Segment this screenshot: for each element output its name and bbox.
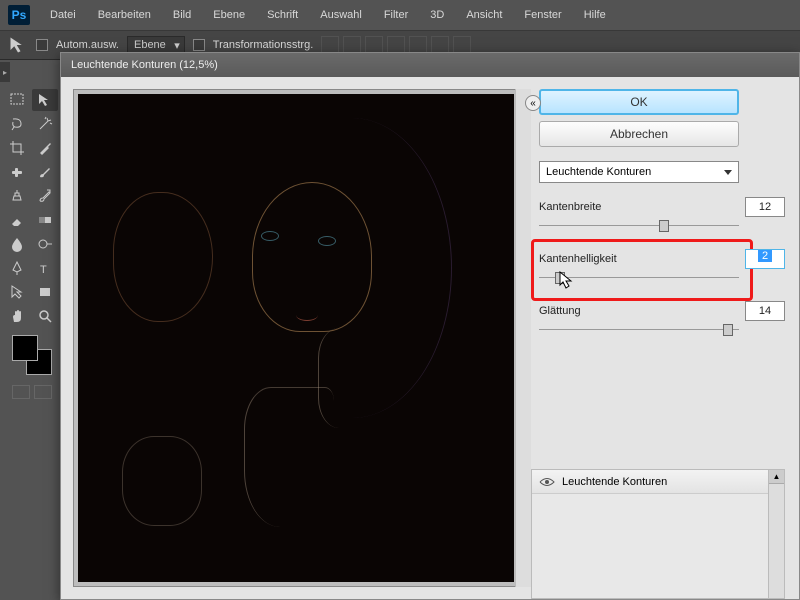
svg-text:T: T (40, 264, 47, 276)
type-tool[interactable]: T (32, 257, 58, 279)
menu-edit[interactable]: Bearbeiten (88, 5, 161, 25)
filter-controls-panel: « OK Abbrechen Leuchtende Konturen Kante… (531, 77, 799, 599)
collapse-arrow-icon[interactable]: ▸ (0, 62, 10, 82)
eyedropper-tool[interactable] (32, 137, 58, 159)
history-brush-tool[interactable] (32, 185, 58, 207)
photoshop-logo: Ps (8, 5, 30, 25)
pen-tool[interactable] (4, 257, 30, 279)
filter-gallery-dialog: Leuchtende Konturen (12,5%) « (60, 52, 800, 600)
edge-width-input[interactable] (745, 197, 785, 217)
filter-stack-scrollbar[interactable]: ▲ (768, 470, 784, 598)
edge-width-slider-thumb[interactable] (659, 220, 669, 232)
zoom-tool[interactable] (32, 305, 58, 327)
rectangle-tool[interactable] (32, 281, 58, 303)
clone-stamp-tool[interactable] (4, 185, 30, 207)
smoothness-label: Glättung (539, 305, 581, 317)
screen-mode-toggle[interactable] (34, 385, 52, 399)
marquee-tool[interactable] (4, 89, 30, 111)
menu-filter[interactable]: Filter (374, 5, 418, 25)
filter-preview-image[interactable] (78, 94, 514, 582)
menu-layer[interactable]: Ebene (203, 5, 255, 25)
eraser-tool[interactable] (4, 209, 30, 231)
edge-brightness-slider[interactable] (539, 273, 739, 283)
move-tool[interactable] (32, 89, 58, 111)
filter-select-value: Leuchtende Konturen (546, 166, 651, 178)
expand-thumbnails-button[interactable]: « (525, 95, 541, 111)
menu-window[interactable]: Fenster (514, 5, 571, 25)
gradient-tool[interactable] (32, 209, 58, 231)
edge-width-label: Kantenbreite (539, 201, 601, 213)
dodge-tool[interactable] (32, 233, 58, 255)
blur-tool[interactable] (4, 233, 30, 255)
cursor-pointer-icon (559, 271, 573, 289)
transform-controls-checkbox[interactable] (193, 39, 205, 51)
chevron-down-icon (724, 170, 732, 175)
smoothness-slider-thumb[interactable] (723, 324, 733, 336)
preview-scrollbar-vertical[interactable] (515, 89, 531, 587)
foreground-color-swatch[interactable] (12, 335, 38, 361)
menu-image[interactable]: Bild (163, 5, 201, 25)
scroll-up-icon[interactable]: ▲ (769, 470, 784, 484)
hand-tool[interactable] (4, 305, 30, 327)
menu-help[interactable]: Hilfe (574, 5, 616, 25)
preview-area (61, 77, 531, 599)
dialog-titlebar[interactable]: Leuchtende Konturen (12,5%) (61, 53, 799, 77)
quickmask-toggle[interactable] (12, 385, 30, 399)
applied-filters-panel: Leuchtende Konturen ▲ (531, 469, 785, 599)
brush-tool[interactable] (32, 161, 58, 183)
auto-select-checkbox[interactable] (36, 39, 48, 51)
filter-stack-item[interactable]: Leuchtende Konturen (532, 470, 784, 494)
edge-brightness-label: Kantenhelligkeit (539, 253, 617, 265)
visibility-eye-icon[interactable] (538, 475, 556, 489)
ok-button[interactable]: OK (539, 89, 739, 115)
menu-select[interactable]: Auswahl (310, 5, 372, 25)
lasso-tool[interactable] (4, 113, 30, 135)
cancel-button[interactable]: Abbrechen (539, 121, 739, 147)
filter-stack-item-label: Leuchtende Konturen (562, 476, 667, 488)
tool-palette: T (2, 85, 64, 403)
filter-select-dropdown[interactable]: Leuchtende Konturen (539, 161, 739, 183)
menu-3d[interactable]: 3D (420, 5, 454, 25)
color-swatches[interactable] (12, 335, 52, 375)
menu-type[interactable]: Schrift (257, 5, 308, 25)
dialog-title: Leuchtende Konturen (12,5%) (71, 59, 218, 71)
healing-brush-tool[interactable] (4, 161, 30, 183)
smoothness-input[interactable] (745, 301, 785, 321)
magic-wand-tool[interactable] (32, 113, 58, 135)
auto-select-label: Autom.ausw. (56, 39, 119, 51)
move-tool-indicator-icon (8, 35, 28, 55)
edge-brightness-input[interactable]: 2 (745, 249, 785, 269)
path-selection-tool[interactable] (4, 281, 30, 303)
crop-tool[interactable] (4, 137, 30, 159)
menu-file[interactable]: Datei (40, 5, 86, 25)
smoothness-slider[interactable] (539, 325, 739, 335)
main-menu-bar: Ps Datei Bearbeiten Bild Ebene Schrift A… (0, 0, 800, 30)
edge-width-slider[interactable] (539, 221, 739, 231)
menu-view[interactable]: Ansicht (456, 5, 512, 25)
transform-controls-label: Transformationsstrg. (213, 39, 313, 51)
